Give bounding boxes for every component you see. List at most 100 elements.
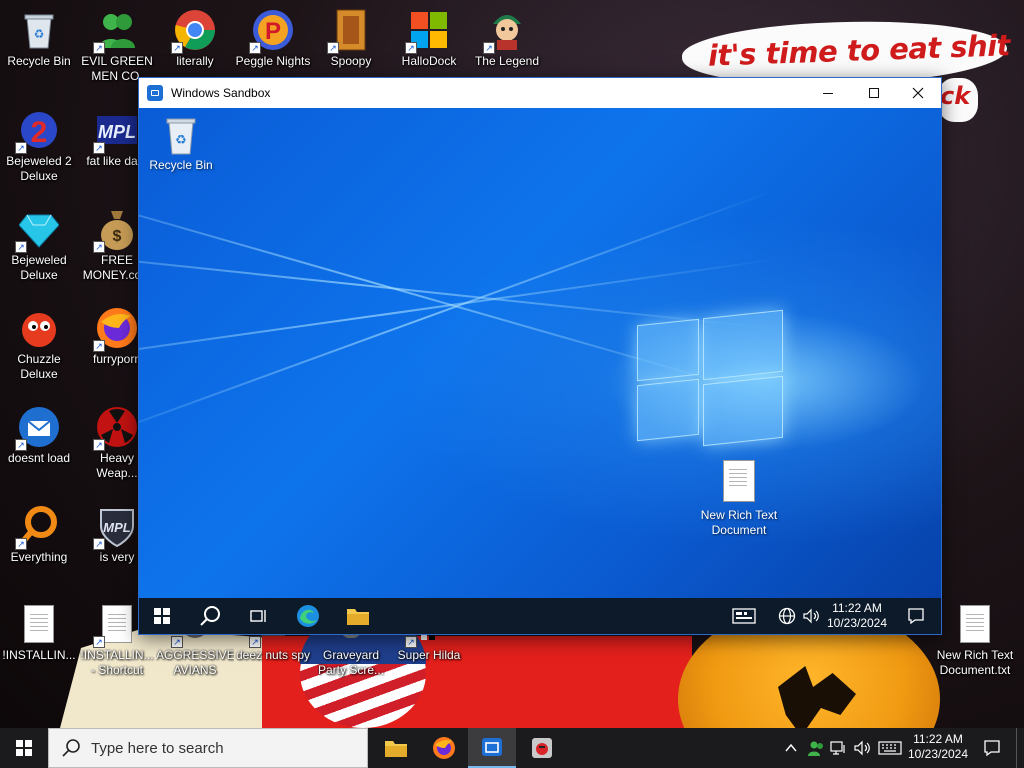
sandbox-icon-new-rich-text-document[interactable]: New Rich Text Document [697,460,781,538]
sandbox-task-view-button[interactable] [235,598,281,634]
search-icon [62,739,80,757]
folder-icon [385,741,407,757]
bejeweled-2-icon: 2 ↗ [15,108,61,154]
desktop-icon-label: Graveyard Party Scre... [317,648,385,677]
desktop-icon-label: literally [176,54,214,68]
taskbar-windows-sandbox[interactable] [468,728,516,768]
maximize-icon [869,88,879,98]
search-icon [200,606,220,626]
desktop-icon-new-rich-text-document[interactable]: New Rich Text Document.txt [936,602,1014,678]
spoopy-icon: ↗ [327,8,373,54]
desktop-icon-bejeweled-2[interactable]: 2 ↗ Bejeweled 2 Deluxe [0,108,78,184]
desktop-icon-the-legend[interactable]: ↗ The Legend [468,8,546,69]
desktop-icon-hallodock[interactable]: ↗ HalloDock [390,8,468,69]
desktop-icon-bejeweled[interactable]: ↗ Bejeweled Deluxe [0,207,78,283]
sandbox-time: 11:22 AM [832,601,882,615]
sandbox-desktop[interactable]: ♻ Recycle Bin New Rich Text Document 11:… [139,108,941,634]
taskbar: Type here to search 11:22 AM 10/23/2024 [0,728,1024,768]
text-document-icon [723,460,755,502]
close-icon [912,87,924,99]
desktop-icon-label: Everything [10,550,68,564]
desktop-icon-spoopy[interactable]: ↗ Spoopy [312,8,390,69]
show-hidden-icons-button[interactable] [780,728,802,768]
folder-icon [347,609,369,625]
windows-logo-icon [16,740,32,756]
sandbox-window[interactable]: Windows Sandbox ♻ Recycle Bin New Rich T… [138,77,942,635]
desktop-icon-label: Bejeweled Deluxe [11,253,67,282]
action-center-button[interactable] [978,728,1006,768]
desktop-icon-label: deez nuts spy [235,648,311,662]
desktop-icon-label: Super Hilda [397,648,461,662]
tray-keyboard[interactable] [876,728,904,768]
sandbox-network-button[interactable] [775,598,799,634]
search-box[interactable]: Type here to search [48,728,368,768]
sandbox-notification-preview-button[interactable] [721,598,767,634]
minimize-icon [823,92,833,94]
sandbox-app-icon [147,85,163,101]
evil-green-men-icon: ↗ [93,8,139,54]
sandbox-taskbar: 11:22 AM 10/23/2024 [139,598,941,634]
firefox-icon [433,737,455,759]
sandbox-clock[interactable]: 11:22 AM 10/23/2024 [825,601,889,631]
sandbox-search-button[interactable] [187,598,233,634]
start-button[interactable] [0,728,48,768]
tray-volume[interactable] [850,728,874,768]
svg-text:♻: ♻ [34,27,45,41]
sandbox-volume-button[interactable] [799,598,823,634]
taskbar-file-explorer[interactable] [372,728,420,768]
desktop-icon-label: Chuzzle Deluxe [17,352,61,381]
desktop-icon-label: doesnt load [7,451,71,465]
desktop-icon-label: Spoopy [330,54,372,68]
wallpaper-sign-text: it's time to eat shit [707,28,1011,73]
minimize-button[interactable] [805,78,851,108]
sandbox-icon-recycle-bin[interactable]: ♻ Recycle Bin [139,114,223,173]
desktop-icon-label: Bejeweled 2 Deluxe [6,154,72,183]
taskbar-firefox[interactable] [420,728,468,768]
everything-search-icon: ↗ [15,504,61,550]
desktop-icon-everything[interactable]: ↗ Everything [0,504,78,565]
desktop-icon-doesnt-load[interactable]: ↗ doesnt load [0,405,78,466]
globe-icon [778,607,796,625]
firefox-icon: ↗ [93,306,139,352]
sandbox-file-explorer-button[interactable] [335,598,381,634]
thunderbird-icon: ↗ [15,405,61,451]
taskbar-aggressive-avians[interactable] [518,728,566,768]
the-legend-icon: ↗ [483,8,529,54]
sandbox-action-center-button[interactable] [893,598,939,634]
show-desktop-button[interactable] [1016,728,1024,768]
svg-text:P: P [265,18,281,45]
svg-text:♻: ♻ [175,132,187,147]
taskbar-time: 11:22 AM [913,732,963,746]
sandbox-start-button[interactable] [139,598,185,634]
taskbar-clock[interactable]: 11:22 AM 10/23/2024 [906,732,970,762]
desktop-icon-recycle-bin[interactable]: ♻ Recycle Bin [0,8,78,69]
shield-icon: MPL ↗ [93,504,139,550]
search-placeholder: Type here to search [91,739,224,757]
text-document-icon [17,602,61,646]
sandbox-icon-label: Recycle Bin [149,158,213,172]
sandbox-titlebar[interactable]: Windows Sandbox [139,78,941,108]
money-bag-icon: $ ↗ [93,207,139,253]
sandbox-edge-button[interactable] [285,598,331,634]
wallpaper-sign-fragment: ck [938,78,978,122]
taskbar-date: 10/23/2024 [907,747,969,761]
desktop-icon-label: AGGRESSIVE AVIANS [156,648,234,677]
desktop-icon-evil-green-men[interactable]: ↗ EVIL GREEN MEN CO. [78,8,156,84]
svg-text:2: 2 [31,116,48,149]
edge-icon [297,605,319,627]
wallpaper-sign-text-2: ck [940,82,971,110]
svg-text:MPL: MPL [103,520,131,535]
tray-network[interactable] [828,728,850,768]
desktop-icon-chuzzle[interactable]: Chuzzle Deluxe [0,306,78,382]
desktop-icon-peggle-nights[interactable]: P ↗ Peggle Nights [234,8,312,69]
windows-logo-wallpaper [637,309,785,447]
desktop-icon-literally[interactable]: ↗ literally [156,8,234,69]
text-document-icon: ↗ [93,602,139,648]
people-icon [808,741,823,756]
desktop-icon-installin[interactable]: !INSTALLIN... [0,602,78,663]
recycle-bin-icon: ♻ [166,118,196,155]
keyboard-icon [878,741,902,755]
tray-people[interactable] [804,728,828,768]
maximize-button[interactable] [851,78,897,108]
close-button[interactable] [895,78,941,108]
